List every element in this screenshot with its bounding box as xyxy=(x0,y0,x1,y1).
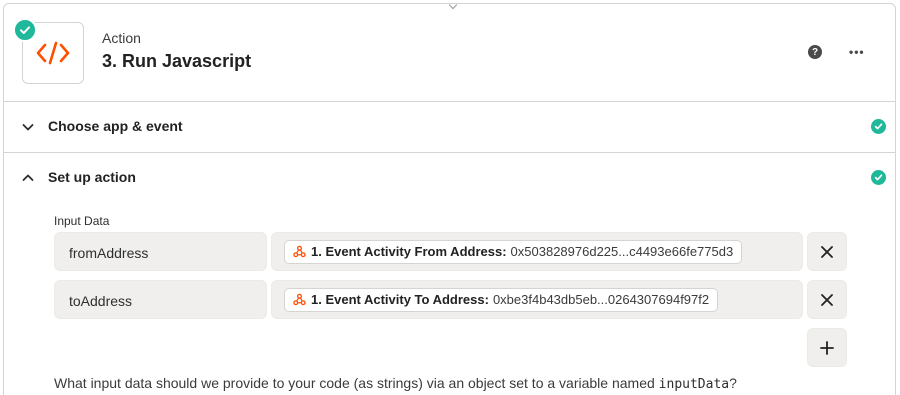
close-icon xyxy=(821,245,833,258)
pill-label: 1. Event Activity To Address: xyxy=(311,292,489,307)
code-icon xyxy=(36,41,70,65)
chevron-up-icon xyxy=(22,174,34,181)
step-title: 3. Run Javascript xyxy=(102,51,252,71)
remove-row-button[interactable] xyxy=(807,232,847,271)
section-complete-check-icon xyxy=(871,170,886,185)
mapped-field-pill[interactable]: 1. Event Activity To Address: 0xbe3f4b43… xyxy=(284,287,719,312)
input-key-field[interactable]: fromAddress xyxy=(54,232,267,271)
webhook-icon xyxy=(293,245,306,258)
section-title: Choose app & event xyxy=(48,118,183,134)
input-key-field[interactable]: toAddress xyxy=(54,280,267,319)
input-data-help-text: What input data should we provide to you… xyxy=(54,375,737,392)
input-value-field[interactable]: 1. Event Activity From Address: 0x503828… xyxy=(271,232,803,271)
step-header[interactable]: Action 3. Run Javascript ? ••• xyxy=(4,4,895,101)
step-complete-check-icon xyxy=(13,18,37,42)
pill-label: 1. Event Activity From Address: xyxy=(311,244,507,259)
chevron-down-icon xyxy=(22,124,34,131)
remove-row-button[interactable] xyxy=(807,280,847,319)
input-data-label: Input Data xyxy=(54,214,110,228)
webhook-icon xyxy=(293,293,306,306)
close-icon xyxy=(821,293,833,306)
section-choose-app-event[interactable]: Choose app & event xyxy=(4,102,895,152)
add-row-button[interactable] xyxy=(807,328,847,367)
section-title: Set up action xyxy=(48,169,136,185)
help-text-suffix: ? xyxy=(729,375,737,391)
section-complete-check-icon xyxy=(871,119,886,134)
mapped-field-pill[interactable]: 1. Event Activity From Address: 0x503828… xyxy=(284,239,743,264)
plus-icon xyxy=(820,340,834,355)
pill-value: 0x503828976d225...c4493e66fe775d3 xyxy=(510,244,734,259)
action-step-card: Action 3. Run Javascript ? ••• Choose ap… xyxy=(3,0,896,395)
pill-value: 0xbe3f4b43db5eb...0264307694f97f2 xyxy=(492,292,710,307)
help-icon[interactable]: ? xyxy=(808,45,822,59)
help-text-prefix: What input data should we provide to you… xyxy=(54,375,659,391)
section-set-up-action[interactable]: Set up action xyxy=(4,153,895,203)
step-kind-label: Action xyxy=(102,30,141,46)
help-text-code: inputData xyxy=(658,377,730,392)
input-value-field[interactable]: 1. Event Activity To Address: 0xbe3f4b43… xyxy=(271,280,803,319)
more-options-icon[interactable]: ••• xyxy=(849,46,865,58)
